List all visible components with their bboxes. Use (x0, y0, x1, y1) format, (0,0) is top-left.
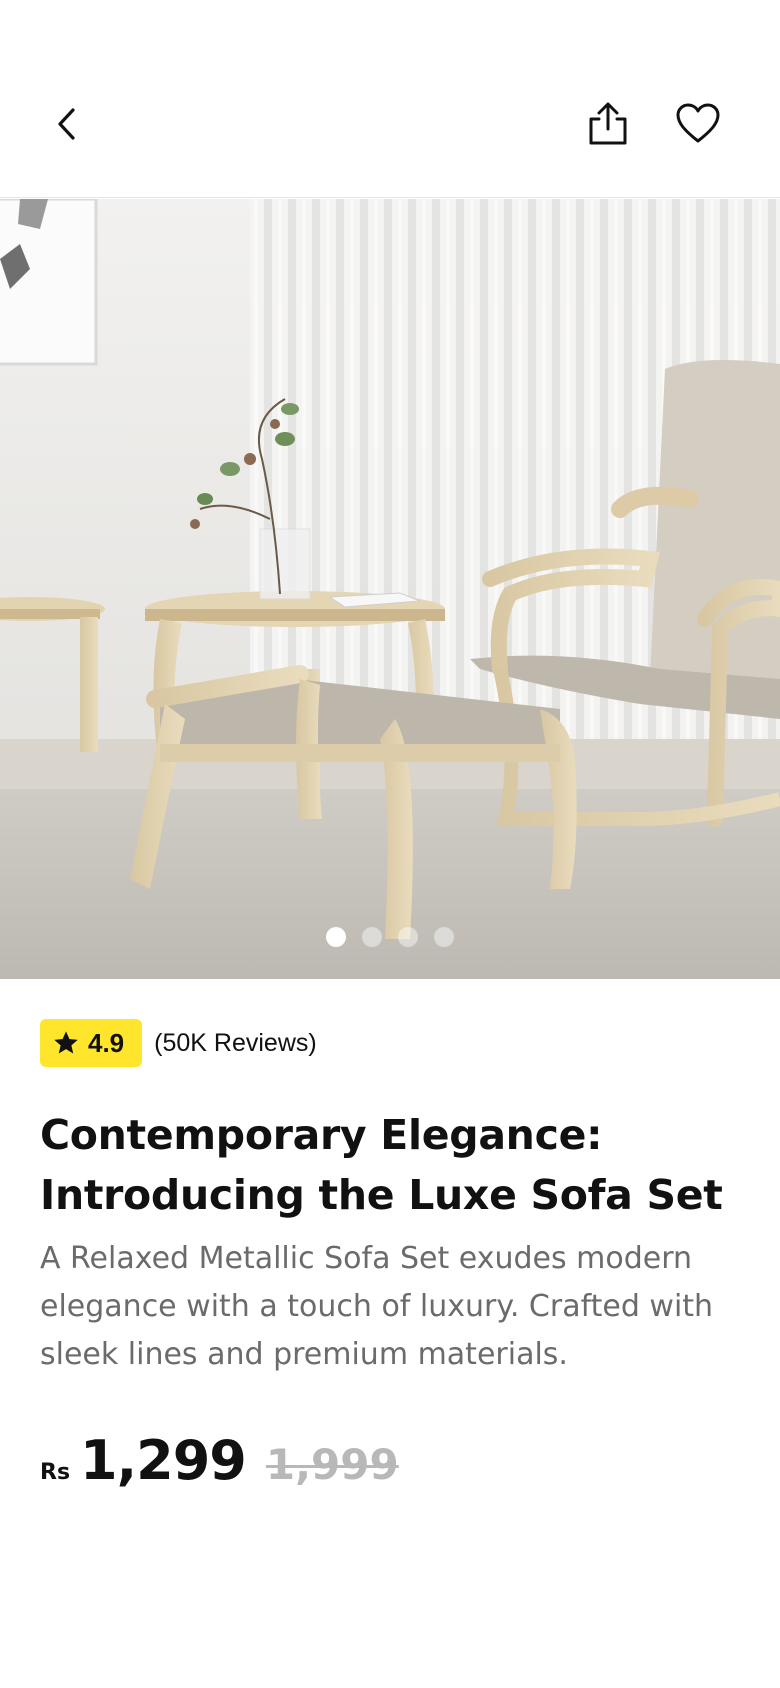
rating-badge: 4.9 (40, 1019, 143, 1067)
current-price: 1,299 (80, 1429, 247, 1492)
product-title: Contemporary Elegance: Introducing the L… (40, 1111, 723, 1219)
heart-icon (676, 103, 720, 143)
product-description: A Relaxed Metallic Sofa Set exudes moder… (40, 1241, 714, 1372)
currency-label: Rs (40, 1460, 71, 1485)
favorite-button[interactable] (670, 96, 726, 152)
product-image-carousel[interactable] (0, 199, 780, 979)
price-row: Rs 1,299 1,999 (40, 1429, 740, 1499)
top-app-bar (0, 0, 780, 198)
rating-value: 4.9 (88, 1027, 125, 1058)
original-price: 1,999 (265, 1440, 399, 1489)
carousel-page-indicator (0, 927, 780, 947)
rating-row: 4.9 (50K Reviews) (40, 1019, 740, 1067)
product-info: 4.9 (50K Reviews) Contemporary Elegance:… (40, 1019, 740, 1499)
product-detail-screen: 4.9 (50K Reviews) Contemporary Elegance:… (0, 0, 780, 1688)
reviews-count[interactable]: (50K Reviews) (154, 1029, 317, 1058)
star-icon (54, 1031, 78, 1054)
carousel-dot-4[interactable] (434, 927, 454, 947)
product-photo (0, 199, 780, 979)
back-button[interactable] (40, 96, 96, 152)
chevron-left-icon (58, 108, 75, 140)
carousel-dot-2[interactable] (362, 927, 382, 947)
share-icon (589, 102, 627, 145)
carousel-dot-1[interactable] (326, 927, 346, 947)
share-button[interactable] (580, 96, 636, 152)
carousel-dot-3[interactable] (398, 927, 418, 947)
